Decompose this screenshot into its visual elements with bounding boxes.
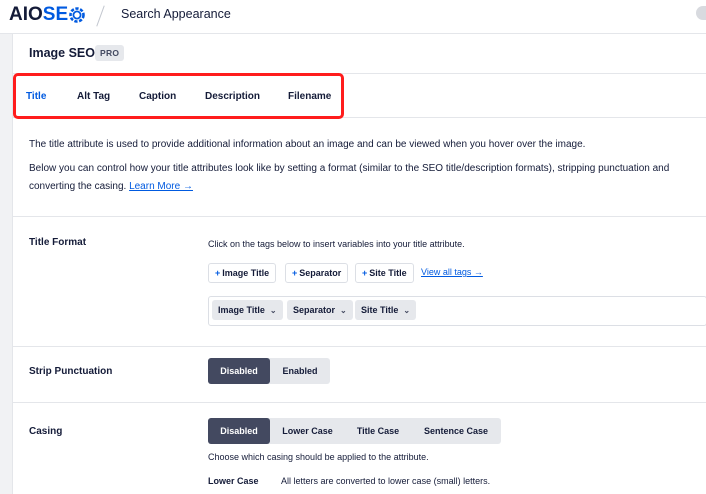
plus-icon: + [362, 268, 368, 278]
top-bar: AIO SE Search Appearance [0, 0, 706, 34]
card-title: Image SEO [29, 46, 95, 60]
tag-button-label: Image Title [222, 268, 270, 278]
section-divider [13, 402, 706, 403]
format-chip-separator[interactable]: Separator ⌄ [287, 300, 353, 320]
strip-punctuation-label: Strip Punctuation [29, 366, 113, 377]
logo-text-seo: SE [42, 4, 69, 25]
chip-label: Separator [293, 305, 336, 315]
gear-icon [69, 7, 85, 23]
card-header: Image SEO PRO [13, 34, 706, 74]
chevron-down-icon: ⌄ [340, 306, 347, 315]
chip-label: Image Title [218, 305, 265, 315]
casing-detail-text: All letters are converted to lower case … [281, 476, 491, 486]
view-all-tags-link[interactable]: View all tags → [421, 267, 483, 277]
description-line-2: Below you can control how your title att… [29, 163, 670, 174]
chevron-down-icon: ⌄ [269, 306, 277, 315]
strip-punctuation-toggle: Disabled Enabled [208, 358, 330, 384]
strip-punctuation-disabled-button[interactable]: Disabled [208, 358, 270, 384]
scrollbar-handle[interactable] [696, 6, 706, 20]
aioseo-logo[interactable]: AIO SE [9, 4, 85, 26]
pro-badge: PRO [95, 45, 125, 61]
casing-hint: Choose which casing should be applied to… [208, 452, 429, 462]
logo-text-aio: AIO [9, 4, 43, 25]
insert-image-title-button[interactable]: + Image Title [208, 263, 277, 283]
page-title: Search Appearance [121, 7, 231, 21]
format-chip-site-title[interactable]: Site Title ⌄ [355, 300, 417, 320]
description-line-3: converting the casing. Learn More → [29, 177, 193, 197]
casing-toggle: Disabled Lower Case Title Case Sentence … [208, 418, 501, 444]
title-format-input[interactable] [208, 296, 706, 326]
casing-label: Casing [29, 426, 63, 437]
tabs-highlight-box [13, 73, 344, 119]
chevron-down-icon: ⌄ [403, 306, 411, 315]
description-line-3-text: converting the casing. [29, 181, 127, 192]
casing-detail-label: Lower Case [208, 476, 259, 486]
tag-button-label: Site Title [369, 268, 407, 278]
casing-disabled-button[interactable]: Disabled [208, 418, 270, 444]
plus-icon: + [215, 268, 221, 278]
format-chip-image-title[interactable]: Image Title ⌄ [212, 300, 283, 320]
learn-more-link[interactable]: Learn More → [129, 181, 193, 192]
plus-icon: + [292, 268, 298, 278]
strip-punctuation-enabled-button[interactable]: Enabled [270, 358, 330, 384]
title-format-label: Title Format [29, 237, 87, 248]
section-divider [13, 216, 706, 217]
chip-label: Site Title [361, 305, 399, 315]
casing-title-case-button[interactable]: Title Case [345, 418, 411, 444]
tag-button-label: Separator [299, 268, 342, 278]
casing-sentence-case-button[interactable]: Sentence Case [411, 418, 501, 444]
section-divider [13, 346, 706, 347]
description-line-1: The title attribute is used to provide a… [29, 139, 586, 150]
insert-separator-button[interactable]: + Separator [285, 263, 349, 283]
casing-lower-case-button[interactable]: Lower Case [270, 418, 345, 444]
breadcrumb-separator [96, 5, 105, 27]
insert-site-title-button[interactable]: + Site Title [355, 263, 414, 283]
title-format-hint: Click on the tags below to insert variab… [208, 239, 465, 249]
